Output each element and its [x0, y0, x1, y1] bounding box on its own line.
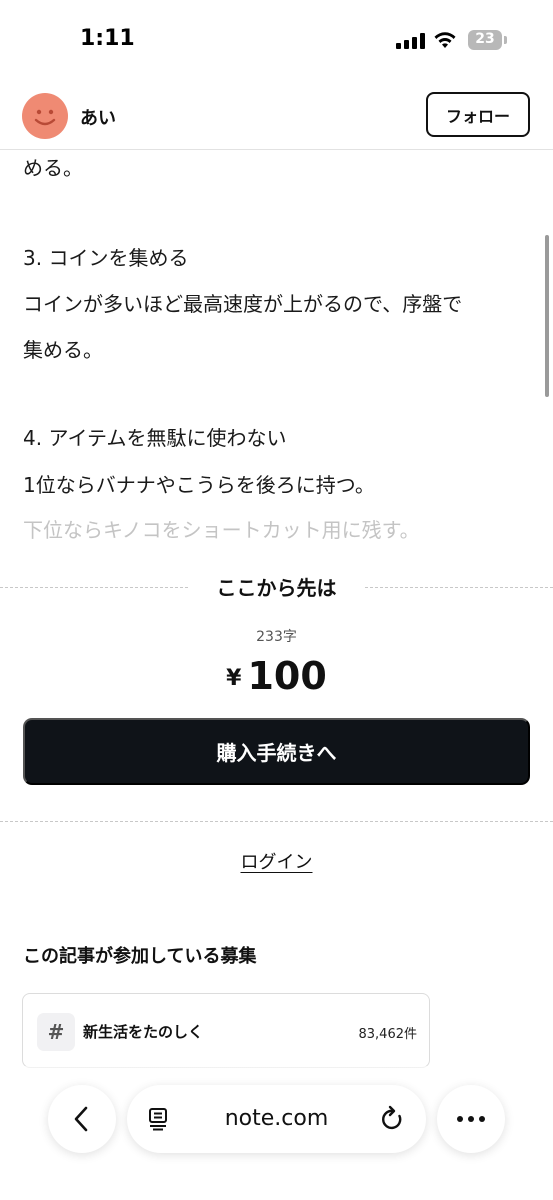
battery-icon: 23 — [468, 30, 502, 50]
back-icon — [74, 1106, 88, 1132]
status-bar: 1:11 23 — [0, 0, 553, 80]
signal-icon — [396, 33, 426, 49]
purchase-button[interactable]: 購入手続きへ — [23, 718, 530, 785]
article-header: あい フォロー — [0, 82, 553, 150]
back-button[interactable] — [48, 1085, 116, 1153]
author-name[interactable]: あい — [80, 104, 116, 130]
status-time: 1:11 — [80, 26, 135, 51]
price-value: 100 — [247, 654, 327, 698]
contest-name: 新生活をたのしく — [83, 1023, 204, 1041]
currency-symbol: ¥ — [226, 666, 242, 691]
avatar[interactable] — [22, 93, 68, 139]
hashtag-icon: # — [37, 1013, 75, 1051]
contest-section-title: この記事が参加している募集 — [23, 946, 257, 967]
char-count: 233字 — [256, 629, 297, 645]
contest-card[interactable]: # 新生活をたのしく 83,462件 — [22, 993, 430, 1068]
address-bar[interactable]: note.com — [127, 1085, 426, 1153]
smiley-face-icon — [34, 109, 56, 126]
article-line: コインが多いほど最高速度が上がるので、序盤で — [23, 292, 463, 316]
article-line: 4. アイテムを無駄に使わない — [23, 426, 287, 450]
contest-count: 83,462件 — [358, 1027, 418, 1042]
more-icon — [457, 1116, 485, 1122]
article-line: める。 — [23, 156, 83, 180]
paywall-divider-bottom — [0, 821, 553, 822]
wifi-icon — [433, 30, 457, 50]
reload-icon[interactable] — [380, 1105, 406, 1133]
more-button[interactable] — [437, 1085, 505, 1153]
article-body: める。 3. コインを集める コインが多いほど最高速度が上がるので、序盤で 集め… — [23, 150, 528, 550]
article-line: 1位ならバナナやこうらを後ろに持つ。 — [23, 473, 375, 497]
paywall-title: ここから先は — [190, 572, 363, 601]
article-line: 集める。 — [23, 338, 103, 362]
follow-button[interactable]: フォロー — [426, 92, 530, 137]
login-link[interactable]: ログイン — [241, 852, 313, 873]
article-line: 下位ならキノコをショートカット用に残す。 — [23, 518, 420, 542]
battery-cap — [504, 36, 507, 44]
login-link-row: ログイン — [0, 848, 553, 874]
price: ¥100 — [0, 654, 553, 698]
article-line: 3. コインを集める — [23, 246, 189, 270]
scrollbar[interactable] — [545, 235, 549, 397]
battery-level: 23 — [475, 31, 495, 47]
